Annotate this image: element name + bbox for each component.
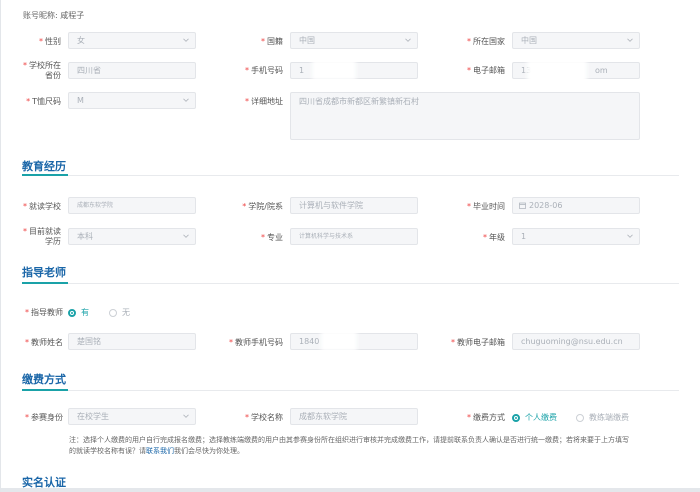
radio-yes-label: 有 — [81, 308, 89, 317]
grad-time-label: * 毕业时间 — [467, 202, 505, 211]
chevron-down-icon — [183, 38, 189, 42]
grade-value: 1 — [521, 232, 527, 241]
school-label: * 就读学校 — [23, 202, 61, 211]
phone-label: * 手机号码 — [245, 66, 283, 75]
radio-personal-payment[interactable] — [512, 414, 520, 422]
radio-has-teacher-no[interactable] — [109, 309, 117, 317]
radio-coach-payment[interactable] — [576, 414, 584, 422]
phone-value: 1 — [299, 66, 305, 75]
major-label: * 专业 — [261, 233, 283, 242]
radio-coach-label: 教练端缴费 — [589, 413, 629, 422]
ethnicity-value: 中国 — [299, 36, 315, 45]
identity-value: 在校学生 — [77, 412, 109, 421]
page-bottom-edge — [1, 488, 700, 492]
section-divider — [22, 283, 679, 284]
degree-select[interactable]: 本科 — [68, 228, 196, 245]
account-nickname-row: 账号昵称: 咸程子 — [23, 10, 84, 21]
section-title-teacher: 指导老师 — [22, 266, 66, 279]
teacher-name-label: * 教师姓名 — [25, 338, 63, 347]
section-divider — [22, 175, 679, 176]
gender-label: * 性别 — [39, 37, 61, 46]
school-name-value: 成都东软学院 — [299, 412, 347, 421]
section-underline — [22, 174, 68, 176]
grad-time-value: 2028-06 — [529, 201, 563, 210]
contact-us-link[interactable]: 联系我们 — [146, 447, 174, 455]
major-input[interactable]: 计算机科学与技术系 — [290, 228, 418, 245]
gender-value: 女 — [77, 36, 85, 45]
note-text: 注：选择个人缴费的用户自行完成报名缴费；选择教练端缴费的用户由其参赛身份所在组织… — [69, 436, 629, 444]
address-label: * 详细地址 — [245, 97, 283, 106]
account-label: 账号昵称: — [23, 11, 58, 20]
address-textarea[interactable]: 四川省成都市新都区新繁镇新石村 — [290, 92, 640, 140]
chevron-down-icon — [183, 414, 189, 418]
section-title-payment: 缴费方式 — [22, 373, 66, 386]
has-teacher-label: * 指导教师 — [25, 308, 63, 317]
country-value: 中国 — [521, 36, 537, 45]
teacher-name-value: 楚国铭 — [77, 337, 101, 346]
grade-select[interactable]: 1 — [512, 228, 640, 245]
teacher-email-value: chuguoming@nsu.edu.cn — [521, 337, 623, 346]
section-divider — [22, 390, 679, 391]
email-value-end: om — [595, 66, 608, 75]
chevron-down-icon — [627, 234, 633, 238]
registration-form-card: 账号昵称: 咸程子 * 性别 女 * 国籍 中国 * 所在国家 中国 * 学校所在 省份 … — [0, 0, 700, 492]
redaction-blur — [527, 60, 587, 90]
account-value: 咸程子 — [60, 11, 85, 20]
grad-time-picker[interactable]: 2028-06 — [512, 197, 640, 214]
payment-method-label: * 缴费方式 — [467, 413, 505, 422]
college-input[interactable]: 计算机与软件学院 — [290, 197, 418, 214]
calendar-icon — [519, 202, 526, 209]
teacher-name-input[interactable]: 楚国铭 — [68, 333, 196, 350]
section-underline — [22, 389, 68, 391]
email-label: * 电子邮箱 — [467, 66, 505, 75]
school-name-input[interactable]: 成都东软学院 — [290, 408, 418, 425]
radio-has-teacher-yes[interactable] — [68, 309, 76, 317]
school-input[interactable]: 成都东软学院 — [68, 197, 196, 214]
teacher-phone-value: 1840 — [299, 337, 320, 346]
teacher-email-label: * 教师电子邮箱 — [451, 338, 505, 347]
section-title-education: 教育经历 — [22, 160, 66, 173]
school-value: 成都东软学院 — [77, 202, 114, 209]
teacher-phone-label: * 教师手机号码 — [229, 338, 283, 347]
payment-note: 注：选择个人缴费的用户自行完成报名缴费；选择教练端缴费的用户由其参赛身份所在组织… — [69, 435, 681, 457]
school-province-value: 四川省 — [77, 66, 101, 75]
tshirt-value: M — [77, 96, 84, 105]
grade-label: * 年级 — [483, 233, 505, 242]
redaction-blur — [321, 331, 357, 351]
chevron-down-icon — [183, 98, 189, 102]
country-label: * 所在国家 — [467, 37, 505, 46]
address-value: 四川省成都市新都区新繁镇新石村 — [299, 97, 419, 106]
chevron-down-icon — [405, 38, 411, 42]
note-text: 的就读学校名称有误？请 — [69, 447, 146, 455]
college-value: 计算机与软件学院 — [299, 201, 363, 210]
ethnicity-label: * 国籍 — [261, 37, 283, 46]
major-value: 计算机科学与技术系 — [299, 233, 354, 240]
redaction-blur — [312, 60, 356, 80]
teacher-email-input[interactable]: chuguoming@nsu.edu.cn — [512, 333, 640, 350]
school-name-label: * 学校名称 — [245, 413, 283, 422]
radio-no-label: 无 — [122, 308, 130, 317]
chevron-down-icon — [627, 38, 633, 42]
gender-select[interactable]: 女 — [68, 32, 196, 49]
degree-value: 本科 — [77, 232, 93, 241]
ethnicity-select[interactable]: 中国 — [290, 32, 418, 49]
tshirt-label: * T恤尺码 — [26, 97, 61, 106]
chevron-down-icon — [183, 234, 189, 238]
radio-personal-label: 个人缴费 — [525, 413, 557, 422]
note-text: 我们会尽快为你处理。 — [174, 447, 244, 455]
college-label: * 学院/院系 — [242, 202, 283, 211]
country-select[interactable]: 中国 — [512, 32, 640, 49]
tshirt-select[interactable]: M — [68, 92, 196, 109]
identity-label: * 参赛身份 — [25, 413, 63, 422]
school-province-label: * 学校所在 省份 — [23, 61, 61, 80]
school-province-select[interactable]: 四川省 — [68, 62, 196, 79]
degree-label: * 目前就读 学历 — [23, 227, 61, 246]
section-underline — [22, 282, 68, 284]
identity-select[interactable]: 在校学生 — [68, 408, 196, 425]
